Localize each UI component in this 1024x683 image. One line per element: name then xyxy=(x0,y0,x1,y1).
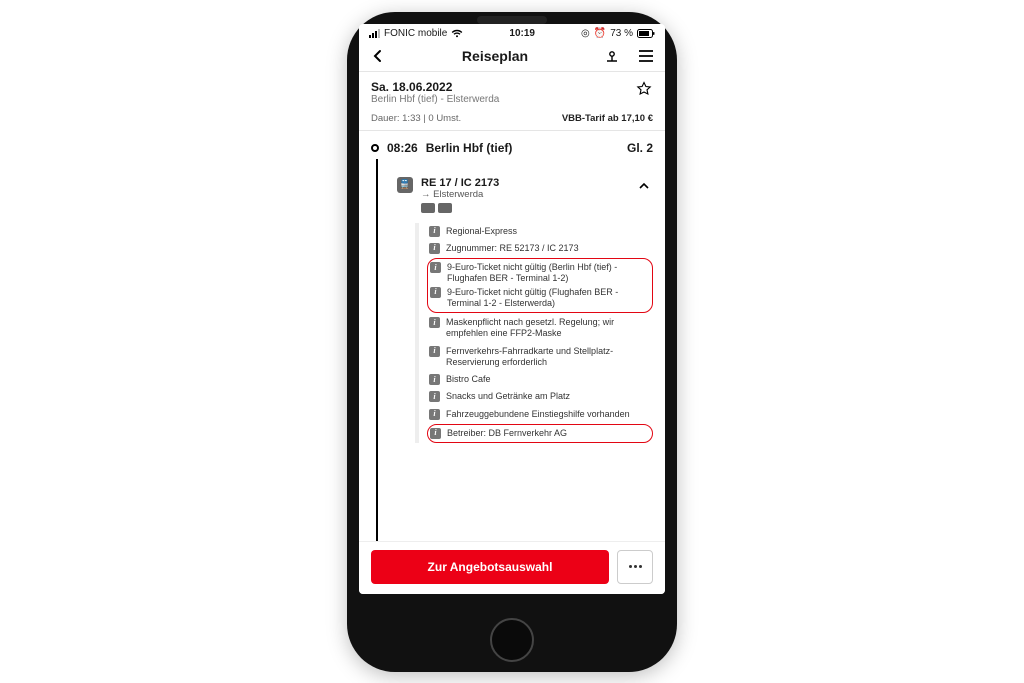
info-icon: i xyxy=(429,374,440,385)
screen: FONIC mobile 10:19 ◎ ⏰ 73 % Reiseplan xyxy=(359,24,665,594)
more-options-button[interactable] xyxy=(617,550,653,584)
train-destination: → Elsterwerda xyxy=(421,189,499,200)
battery-label: 73 % xyxy=(610,28,633,39)
back-button[interactable] xyxy=(369,47,387,65)
info-item: iMaskenpflicht nach gesetzl. Regelung; w… xyxy=(427,314,653,343)
info-item: iSnacks und Getränke am Platz xyxy=(427,388,653,405)
highlight-annotation: iBetreiber: DB Fernverkehr AG xyxy=(427,424,653,443)
bottom-bar: Zur Angebotsauswahl xyxy=(359,541,665,594)
offer-selection-button[interactable]: Zur Angebotsauswahl xyxy=(371,550,609,584)
trip-meta: Dauer: 1:33 | 0 Umst. VBB-Tarif ab 17,10… xyxy=(359,111,665,131)
trip-date: Sa. 18.06.2022 xyxy=(371,80,499,94)
home-button[interactable] xyxy=(490,618,534,662)
info-list: iRegional-Express iZugnummer: RE 52173 /… xyxy=(415,223,653,444)
amenity-badges xyxy=(421,203,499,213)
info-icon: i xyxy=(429,243,440,254)
info-item: iZugnummer: RE 52173 / IC 2173 xyxy=(427,240,653,257)
location-icon: ◎ xyxy=(581,28,590,39)
battery-icon xyxy=(637,29,655,38)
nav-bar: Reiseplan xyxy=(359,41,665,72)
info-item: iFernverkehrs-Fahrradkarte und Stellplat… xyxy=(427,343,653,372)
phone-frame: FONIC mobile 10:19 ◎ ⏰ 73 % Reiseplan xyxy=(347,12,677,672)
map-button[interactable] xyxy=(603,47,621,65)
trip-header: Sa. 18.06.2022 Berlin Hbf (tief) - Elste… xyxy=(359,72,665,111)
trip-route: Berlin Hbf (tief) - Elsterwerda xyxy=(371,94,499,105)
alarm-icon: ⏰ xyxy=(594,28,606,39)
departure-row: 08:26 Berlin Hbf (tief) Gl. 2 xyxy=(371,141,653,155)
trip-price: VBB-Tarif ab 17,10 € xyxy=(562,113,653,124)
highlight-annotation: i9-Euro-Ticket nicht gültig (Berlin Hbf … xyxy=(427,258,653,313)
wifi-icon xyxy=(451,29,463,38)
info-icon: i xyxy=(429,409,440,420)
info-icon: i xyxy=(429,226,440,237)
info-item: i9-Euro-Ticket nicht gültig (Berlin Hbf … xyxy=(428,261,652,286)
bike-badge-icon xyxy=(421,203,435,213)
info-item: i9-Euro-Ticket nicht gültig (Flughafen B… xyxy=(428,286,652,311)
journey-section: 08:26 Berlin Hbf (tief) Gl. 2 🚆 RE 17 / … xyxy=(359,131,665,541)
train-block[interactable]: 🚆 RE 17 / IC 2173 → Elsterwerda i xyxy=(397,177,653,444)
trip-duration: Dauer: 1:33 | 0 Umst. xyxy=(371,113,461,124)
clock: 10:19 xyxy=(509,28,535,39)
signal-icon xyxy=(369,29,380,38)
stop-dot-icon xyxy=(371,144,379,152)
info-icon: i xyxy=(429,391,440,402)
info-item: iFahrzeuggebundene Einstiegshilfe vorhan… xyxy=(427,406,653,423)
info-item: iRegional-Express xyxy=(427,223,653,240)
ios-status-bar: FONIC mobile 10:19 ◎ ⏰ 73 % xyxy=(359,24,665,41)
info-icon: i xyxy=(430,287,441,298)
bike-badge-icon xyxy=(438,203,452,213)
favorite-button[interactable] xyxy=(635,80,653,98)
journey-line xyxy=(376,159,378,541)
train-name: RE 17 / IC 2173 xyxy=(421,177,499,189)
info-item: iBetreiber: DB Fernverkehr AG xyxy=(428,427,652,440)
info-icon: i xyxy=(430,428,441,439)
collapse-button[interactable] xyxy=(635,177,653,195)
info-icon: i xyxy=(429,346,440,357)
info-icon: i xyxy=(430,262,441,273)
info-item: iBistro Cafe xyxy=(427,371,653,388)
menu-button[interactable] xyxy=(637,47,655,65)
departure-station: Berlin Hbf (tief) xyxy=(426,141,513,155)
page-title: Reiseplan xyxy=(462,48,528,64)
train-icon: 🚆 xyxy=(397,177,413,193)
carrier-label: FONIC mobile xyxy=(384,28,447,39)
departure-platform: Gl. 2 xyxy=(627,141,653,155)
departure-time: 08:26 xyxy=(387,141,418,155)
info-icon: i xyxy=(429,317,440,328)
